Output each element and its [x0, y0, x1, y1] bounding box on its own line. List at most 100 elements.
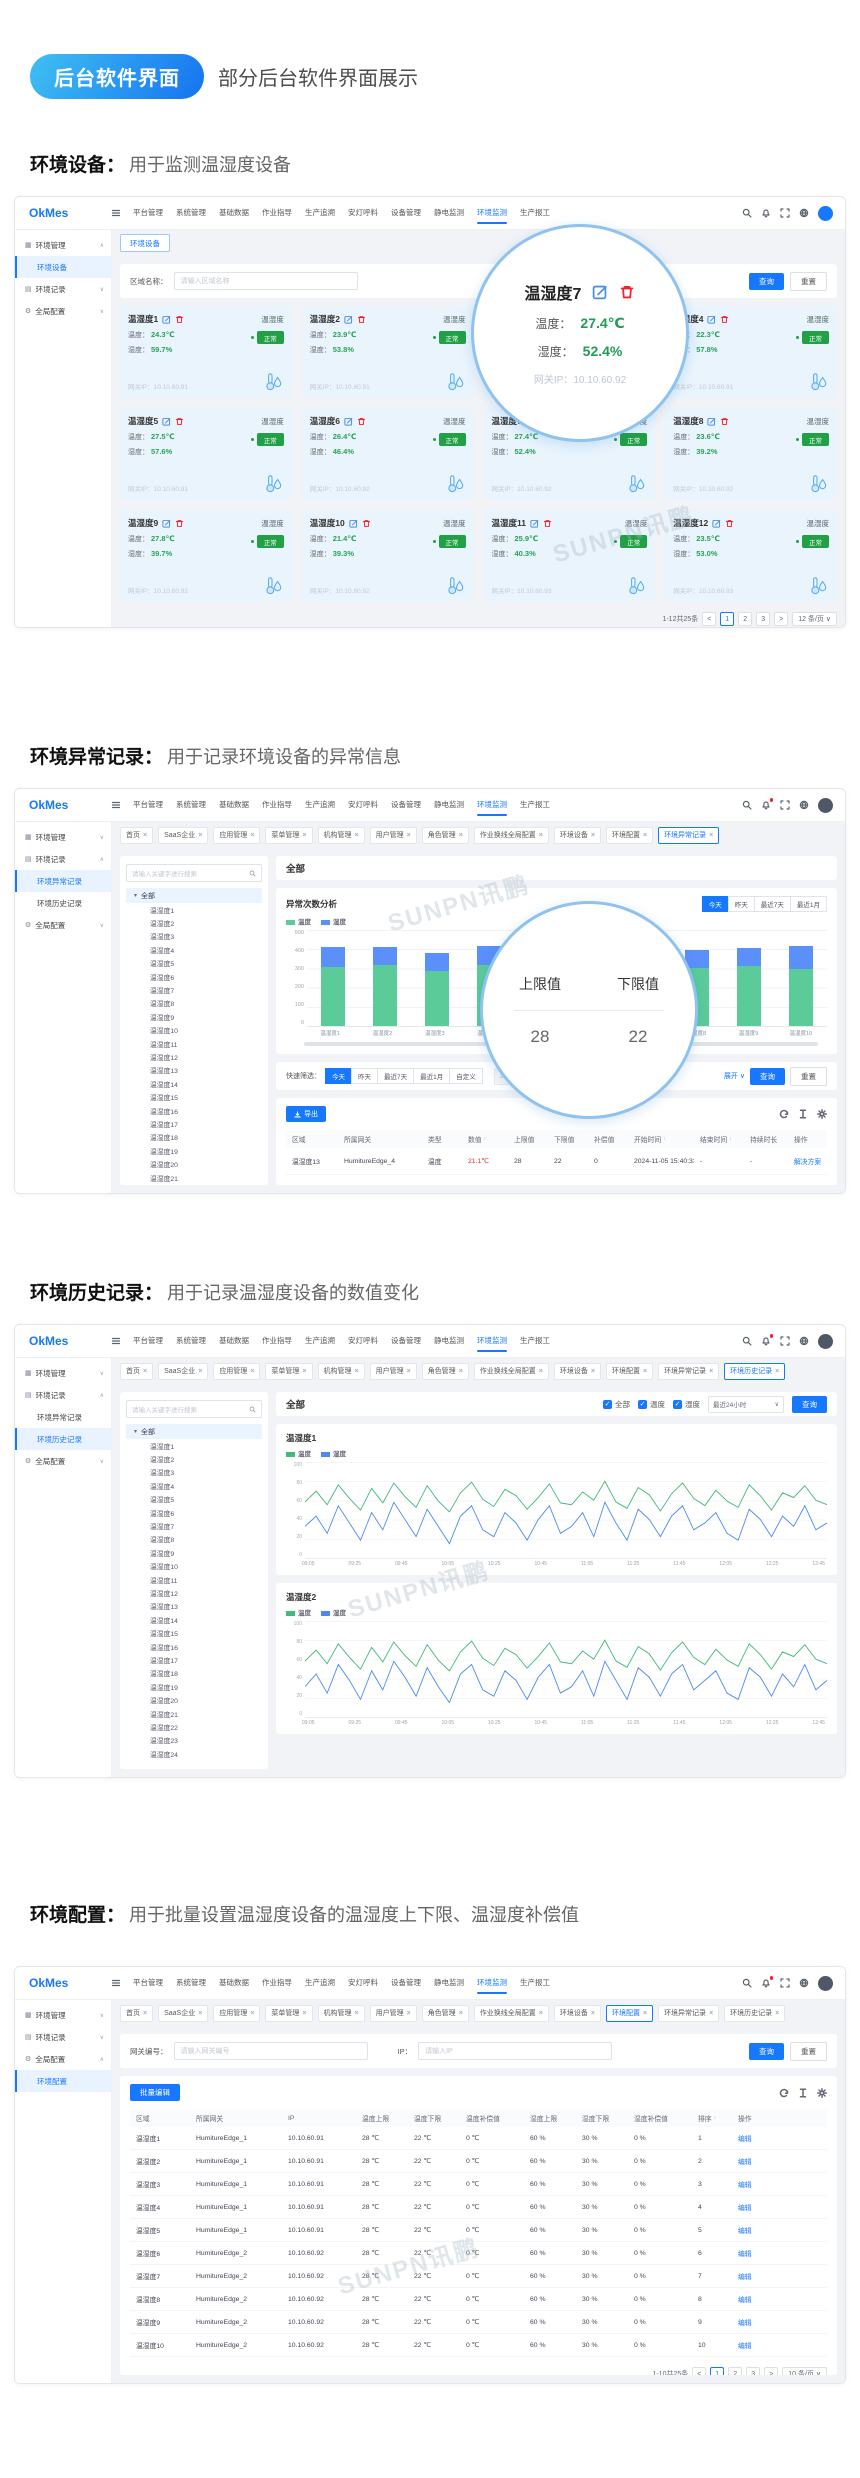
- nav-item[interactable]: 环境监测: [477, 1967, 507, 1999]
- close-icon[interactable]: ×: [355, 2010, 359, 2017]
- edit-link[interactable]: 编辑: [732, 2202, 827, 2212]
- tab[interactable]: 菜单管理×: [265, 1363, 312, 1380]
- collapse-menu-icon[interactable]: [111, 208, 121, 218]
- tree-item[interactable]: 温湿度7: [126, 1519, 262, 1532]
- close-icon[interactable]: ×: [591, 832, 595, 839]
- nav-item[interactable]: 设备管理: [391, 197, 421, 229]
- expand-toggle[interactable]: 展开 ∨: [724, 1071, 745, 1081]
- tree-item[interactable]: 温湿度18: [126, 1131, 262, 1144]
- close-icon[interactable]: ×: [143, 2010, 147, 2017]
- edit-link[interactable]: 编辑: [732, 2317, 827, 2327]
- close-icon[interactable]: ×: [302, 1368, 306, 1375]
- time-range-select[interactable]: 最近24小时∨: [708, 1396, 784, 1413]
- quick-range-button[interactable]: 最近1月: [413, 1068, 450, 1084]
- tree-item[interactable]: 温湿度20: [126, 1693, 262, 1706]
- column-height-icon[interactable]: [798, 1109, 808, 1119]
- fullscreen-icon[interactable]: [780, 1978, 790, 1988]
- sidebar-item[interactable]: 环境配置: [15, 2070, 111, 2092]
- tab[interactable]: 首页×: [120, 827, 153, 844]
- nav-item[interactable]: 安灯呼料: [348, 1325, 378, 1357]
- nav-item[interactable]: 生产报工: [520, 789, 550, 821]
- edit-icon[interactable]: [344, 315, 353, 324]
- edit-icon[interactable]: [162, 519, 171, 528]
- sidebar-item[interactable]: ▤ 环境记录 ∧: [15, 1384, 111, 1406]
- reset-button[interactable]: 重置: [790, 272, 827, 291]
- page-button[interactable]: 3: [756, 612, 770, 626]
- close-icon[interactable]: ×: [775, 1368, 779, 1375]
- close-icon[interactable]: ×: [459, 1368, 463, 1375]
- close-icon[interactable]: ×: [643, 832, 647, 839]
- nav-item[interactable]: 静电监测: [434, 789, 464, 821]
- tree-item[interactable]: 温湿度1: [126, 1439, 262, 1452]
- nav-item[interactable]: 生产报工: [520, 1967, 550, 1999]
- column-header[interactable]: 区域: [130, 2113, 190, 2123]
- nav-item[interactable]: 作业指导: [262, 1967, 292, 1999]
- column-header[interactable]: 温度上限: [356, 2113, 408, 2123]
- nav-item[interactable]: 平台管理: [133, 1325, 163, 1357]
- column-header[interactable]: 操作: [788, 1134, 827, 1144]
- settings-icon[interactable]: [817, 1109, 827, 1119]
- close-icon[interactable]: ×: [355, 832, 359, 839]
- nav-item[interactable]: 静电监测: [434, 1967, 464, 1999]
- prev-page-button[interactable]: <: [702, 612, 716, 626]
- tab[interactable]: 首页×: [120, 1363, 153, 1380]
- tab[interactable]: 应用管理×: [213, 2005, 260, 2022]
- column-header[interactable]: 排序↕: [692, 2113, 732, 2123]
- tab[interactable]: 环境异常记录×: [658, 827, 719, 844]
- tree-item[interactable]: 温湿度19: [126, 1680, 262, 1693]
- edit-link[interactable]: 编辑: [732, 2225, 827, 2235]
- sidebar-item[interactable]: ▦ 环境管理 ∧: [15, 234, 111, 256]
- tree-item[interactable]: 温湿度5: [126, 1493, 262, 1506]
- edit-link[interactable]: 编辑: [732, 2340, 827, 2350]
- column-header[interactable]: 上限值: [508, 1134, 548, 1144]
- edit-icon[interactable]: [162, 315, 171, 324]
- tree-item[interactable]: 温湿度2: [126, 916, 262, 929]
- area-name-input[interactable]: 请输入区域名称: [174, 272, 358, 290]
- close-icon[interactable]: ×: [143, 1368, 147, 1375]
- nav-item[interactable]: 安灯呼料: [348, 197, 378, 229]
- page-size-select[interactable]: 10 条/页 ∨: [782, 2367, 827, 2375]
- delete-icon[interactable]: [362, 519, 371, 528]
- globe-icon[interactable]: [799, 208, 809, 218]
- tab[interactable]: 应用管理×: [213, 1363, 260, 1380]
- nav-item[interactable]: 环境监测: [477, 1325, 507, 1357]
- column-header[interactable]: 湿度下限: [576, 2113, 628, 2123]
- edit-link[interactable]: 编辑: [732, 2179, 827, 2189]
- nav-item[interactable]: 静电监测: [434, 1325, 464, 1357]
- sidebar-item[interactable]: ▦ 环境管理 ∨: [15, 826, 111, 848]
- quick-range-button[interactable]: 最近7天: [377, 1068, 414, 1084]
- nav-item[interactable]: 生产报工: [520, 1325, 550, 1357]
- tab[interactable]: 角色管理×: [422, 2005, 469, 2022]
- range-button[interactable]: 昨天: [728, 896, 755, 912]
- nav-item[interactable]: 系统管理: [176, 1967, 206, 1999]
- tree-item[interactable]: 温湿度10: [126, 1560, 262, 1573]
- tree-item[interactable]: 温湿度14: [126, 1077, 262, 1090]
- sidebar-item[interactable]: ⚙ 全局配置 ∨: [15, 914, 111, 936]
- tree-root-all[interactable]: ▾全部: [126, 1424, 262, 1439]
- nav-item[interactable]: 安灯呼料: [348, 1967, 378, 1999]
- tab[interactable]: 作业换线全局配置×: [474, 1363, 549, 1380]
- close-icon[interactable]: ×: [407, 832, 411, 839]
- close-icon[interactable]: ×: [302, 832, 306, 839]
- nav-item[interactable]: 系统管理: [176, 197, 206, 229]
- search-icon[interactable]: [742, 208, 752, 218]
- ip-input[interactable]: 请输入IP: [418, 2042, 612, 2060]
- collapse-menu-icon[interactable]: [111, 800, 121, 810]
- tab[interactable]: 菜单管理×: [265, 827, 312, 844]
- tab[interactable]: 环境异常记录×: [658, 2005, 719, 2022]
- reset-button[interactable]: 重置: [790, 1067, 827, 1086]
- range-button[interactable]: 最近1月: [790, 896, 827, 912]
- series-checkbox[interactable]: ✓温度: [638, 1399, 665, 1410]
- tree-item[interactable]: 温湿度13: [126, 1600, 262, 1613]
- tab[interactable]: 环境设备×: [554, 1363, 601, 1380]
- close-icon[interactable]: ×: [591, 1368, 595, 1375]
- nav-item[interactable]: 生产报工: [520, 197, 550, 229]
- delete-icon[interactable]: [175, 519, 184, 528]
- solution-link[interactable]: 解决方案: [788, 1156, 827, 1166]
- nav-item[interactable]: 静电监测: [434, 197, 464, 229]
- nav-item[interactable]: 生产追溯: [305, 789, 335, 821]
- close-icon[interactable]: ×: [198, 832, 202, 839]
- avatar[interactable]: [818, 798, 833, 813]
- tree-item[interactable]: 温湿度16: [126, 1640, 262, 1653]
- close-icon[interactable]: ×: [250, 1368, 254, 1375]
